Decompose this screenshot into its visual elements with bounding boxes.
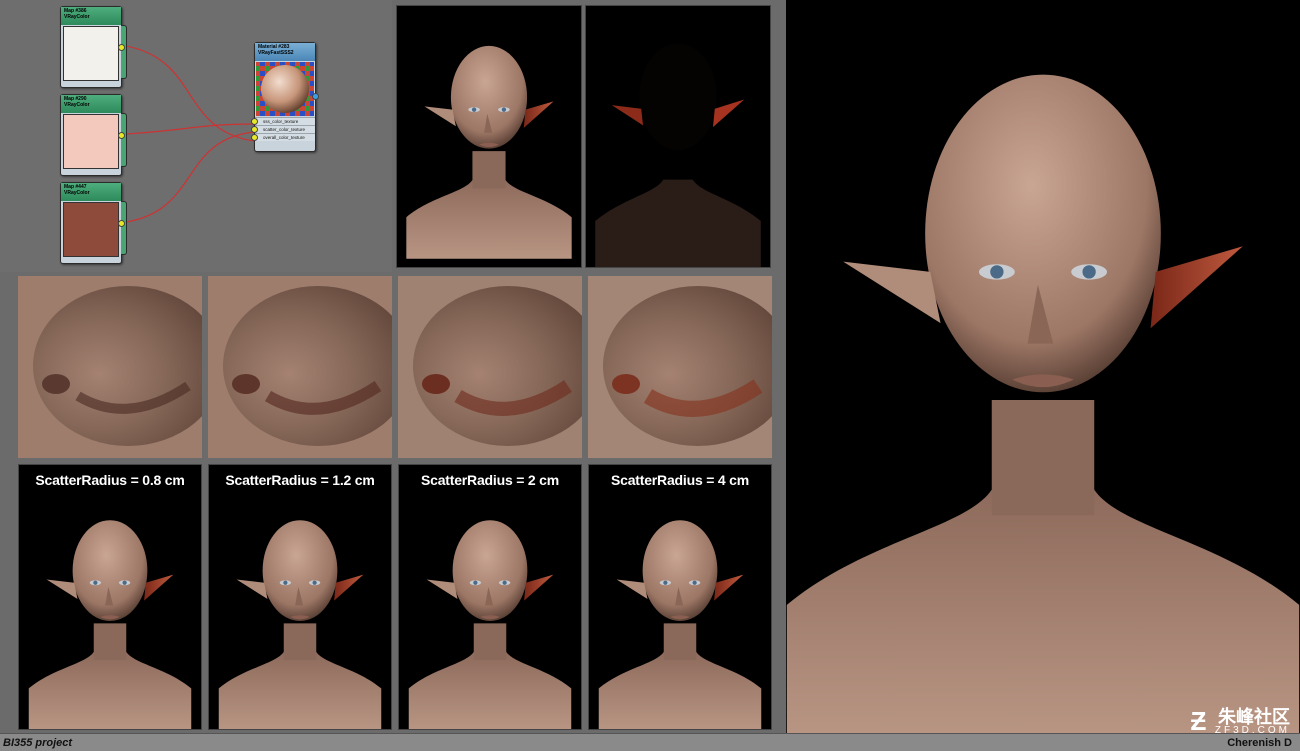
material-node-header: Material #283 VRayFastSSS2 bbox=[255, 43, 315, 61]
map-node-3-type: VRayColor bbox=[64, 190, 90, 196]
map-node-2-swatch bbox=[63, 114, 119, 169]
map-node-1-header: Map #386 VRayColor bbox=[61, 7, 121, 25]
map-node-1-type: VRayColor bbox=[64, 14, 90, 20]
render-full-lighting bbox=[396, 5, 582, 268]
render-scatter-2: ScatterRadius = 2 cm bbox=[398, 464, 582, 730]
map-node-3-tab bbox=[121, 201, 127, 255]
material-slot-overall-label: overall_color_texture bbox=[263, 135, 305, 140]
watermark: Ƶ 朱峰社区 ZF3D.COM bbox=[1191, 706, 1290, 737]
watermark-sub-text: ZF3D.COM bbox=[1214, 724, 1290, 736]
watermark-main-text: 朱峰社区 bbox=[1218, 706, 1290, 727]
caption-scatter-2: ScatterRadius = 2 cm bbox=[420, 472, 559, 488]
material-preview-sphere bbox=[256, 62, 314, 116]
map-node-1-output-port[interactable] bbox=[118, 44, 125, 51]
material-slot-overall[interactable]: overall_color_texture bbox=[251, 133, 315, 141]
map-node-3-swatch bbox=[63, 202, 119, 257]
material-slot-sss-label: sss_color_texture bbox=[263, 119, 299, 124]
watermark-text: 朱峰社区 ZF3D.COM bbox=[1215, 708, 1290, 736]
map-node-2-tab bbox=[121, 113, 127, 167]
material-slot-sss-port[interactable] bbox=[251, 118, 258, 125]
node-wires bbox=[125, 45, 255, 223]
map-node-2[interactable]: Map #290 VRayColor bbox=[60, 94, 127, 176]
map-node-3[interactable]: Map #447 VRayColor bbox=[60, 182, 127, 264]
map-node-1-tab bbox=[121, 25, 127, 79]
caption-scatter-1-2: ScatterRadius = 1.2 cm bbox=[225, 472, 375, 488]
caption-scatter-4: ScatterRadius = 4 cm bbox=[610, 472, 749, 488]
material-slot-sss[interactable]: sss_color_texture bbox=[251, 117, 315, 125]
node-editor[interactable]: Map #386 VRayColor Map #290 VRayColor Ma… bbox=[0, 0, 392, 272]
map-node-2-output-port[interactable] bbox=[118, 132, 125, 139]
map-node-2-type: VRayColor bbox=[64, 102, 90, 108]
map-node-1-swatch bbox=[63, 26, 119, 81]
map-node-3-output-port[interactable] bbox=[118, 220, 125, 227]
render-scatter-1-2: ScatterRadius = 1.2 cm bbox=[208, 464, 392, 730]
closeup-nose-4 bbox=[588, 276, 772, 458]
material-node[interactable]: Material #283 VRayFastSSS2 sss_color_tex… bbox=[251, 42, 319, 152]
render-backlit bbox=[585, 5, 771, 268]
footer-bar: BI355 project Cherenish D bbox=[0, 733, 1300, 751]
caption-scatter-0-8: ScatterRadius = 0.8 cm bbox=[35, 472, 185, 488]
material-slot-scatter-label: scatter_color_texture bbox=[263, 127, 306, 132]
material-node-type: VRayFastSSS2 bbox=[258, 50, 294, 56]
material-slot-scatter[interactable]: scatter_color_texture bbox=[251, 125, 315, 133]
footer-project-label: BI355 project bbox=[3, 737, 73, 749]
map-node-1[interactable]: Map #386 VRayColor bbox=[60, 6, 127, 88]
watermark-logo-icon: Ƶ bbox=[1190, 706, 1207, 736]
closeup-nose-1 bbox=[18, 276, 202, 458]
closeup-nose-3 bbox=[398, 276, 582, 458]
material-node-output-port[interactable] bbox=[312, 93, 319, 100]
map-node-2-header: Map #290 VRayColor bbox=[61, 95, 121, 113]
material-slot-overall-port[interactable] bbox=[251, 134, 258, 141]
render-main-large bbox=[786, 0, 1300, 733]
footer-author-label: Cherenish D bbox=[1227, 737, 1292, 749]
render-scatter-4: ScatterRadius = 4 cm bbox=[588, 464, 772, 730]
material-slot-scatter-port[interactable] bbox=[251, 126, 258, 133]
render-scatter-0-8: ScatterRadius = 0.8 cm bbox=[18, 464, 202, 730]
map-node-3-header: Map #447 VRayColor bbox=[61, 183, 121, 201]
closeup-nose-2 bbox=[208, 276, 392, 458]
